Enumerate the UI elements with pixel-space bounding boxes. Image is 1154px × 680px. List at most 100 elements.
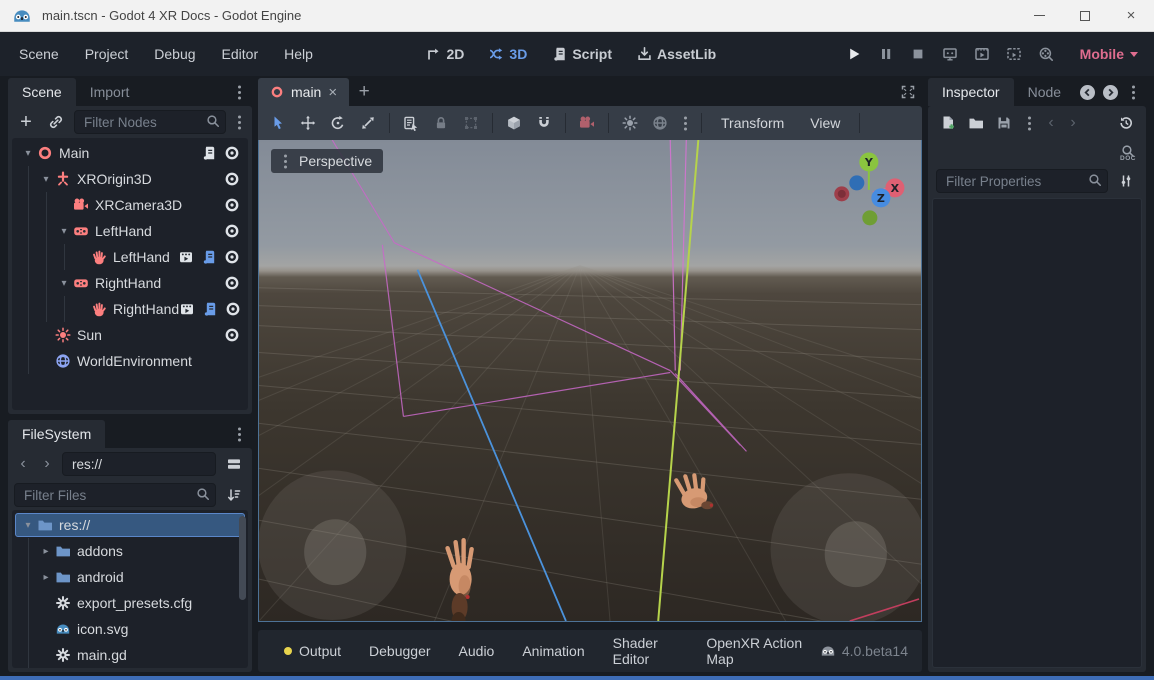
filter-nodes-input[interactable] <box>74 110 226 134</box>
remote-debug-icon[interactable] <box>936 40 964 68</box>
toggle-environment-icon[interactable] <box>646 109 674 137</box>
camera-preview-icon[interactable] <box>573 109 601 137</box>
tab-filesystem[interactable]: FileSystem <box>8 420 105 448</box>
scene-dock-menu-icon[interactable] <box>232 83 246 101</box>
tab-node[interactable]: Node <box>1014 78 1075 106</box>
switch-3d-button[interactable]: 3D <box>479 41 536 67</box>
filter-files-input[interactable] <box>14 483 216 507</box>
tab-inspector[interactable]: Inspector <box>928 78 1014 106</box>
rotate-mode-button[interactable] <box>324 109 352 137</box>
switch-2d-button[interactable]: 2D <box>417 41 474 67</box>
doc-search-icon[interactable]: DOC <box>1120 144 1136 162</box>
scene-node-righthand-mesh[interactable]: RightHand <box>12 296 248 322</box>
fs-path-field[interactable] <box>62 452 216 476</box>
expand-viewport-icon[interactable] <box>900 84 916 100</box>
file-row-res[interactable]: ▾ res:// <box>12 512 248 538</box>
tab-openxr-action-map[interactable]: OpenXR Action Map <box>694 629 815 673</box>
scene-node-xrorigin3d[interactable]: ▾ XROrigin3D <box>12 166 248 192</box>
transform-menu[interactable]: Transform <box>709 110 796 136</box>
view-menu[interactable]: View <box>798 110 852 136</box>
visibility-eye-icon[interactable] <box>224 327 240 343</box>
stop-button[interactable] <box>904 40 932 68</box>
collapse-arrow-icon[interactable]: ▾ <box>56 226 72 237</box>
list-select-button[interactable] <box>397 109 425 137</box>
instance-scene-link-icon[interactable] <box>44 110 68 134</box>
move-mode-button[interactable] <box>294 109 322 137</box>
scene-node-lefthand[interactable]: ▾ LeftHand <box>12 218 248 244</box>
expand-arrow-icon[interactable]: ▸ <box>38 546 54 557</box>
pause-button[interactable] <box>872 40 900 68</box>
visibility-eye-icon[interactable] <box>225 301 241 317</box>
property-tune-icon[interactable] <box>1114 169 1138 193</box>
file-row-export-presets[interactable]: export_presets.cfg <box>12 590 248 616</box>
close-button[interactable]: × <box>1108 0 1154 31</box>
file-row-addons[interactable]: ▸ addons <box>12 538 248 564</box>
group-selected-button[interactable] <box>457 109 485 137</box>
menu-scene[interactable]: Scene <box>6 40 72 68</box>
tab-audio[interactable]: Audio <box>447 637 507 665</box>
3d-viewport[interactable]: Y X Z Perspective <box>258 140 922 622</box>
inspector-menu-icon[interactable] <box>1126 83 1140 101</box>
instanced-scene-icon[interactable] <box>179 301 195 317</box>
maximize-button[interactable] <box>1062 0 1108 31</box>
script-icon[interactable] <box>201 249 217 265</box>
minimize-button[interactable] <box>1016 0 1062 31</box>
resource-menu-icon[interactable] <box>1022 114 1036 132</box>
scene-node-worldenvironment[interactable]: WorldEnvironment <box>12 348 248 374</box>
filter-properties-input[interactable] <box>936 169 1108 193</box>
split-view-toggle-icon[interactable] <box>222 452 246 476</box>
file-row-android[interactable]: ▸ android <box>12 564 248 590</box>
tab-import[interactable]: Import <box>76 78 144 106</box>
tab-shader-editor[interactable]: Shader Editor <box>601 629 691 673</box>
scene-node-xrcamera3d[interactable]: XRCamera3D <box>12 192 248 218</box>
script-icon[interactable] <box>202 301 218 317</box>
menu-project[interactable]: Project <box>72 40 142 68</box>
collapse-arrow-icon[interactable]: ▾ <box>38 174 54 185</box>
visibility-eye-icon[interactable] <box>224 275 240 291</box>
fs-forward-button[interactable]: › <box>38 452 56 476</box>
close-tab-icon[interactable]: × <box>328 84 337 101</box>
menu-help[interactable]: Help <box>271 40 326 68</box>
visibility-eye-icon[interactable] <box>224 145 240 161</box>
scrollbar-thumb[interactable] <box>239 516 246 600</box>
sun-environment-menu-icon[interactable] <box>678 114 692 132</box>
switch-script-button[interactable]: Script <box>542 41 621 67</box>
movie-maker-icon[interactable] <box>1032 40 1060 68</box>
collapse-arrow-icon[interactable]: ▾ <box>20 148 36 159</box>
expand-arrow-icon[interactable]: ▸ <box>38 572 54 583</box>
file-row-main-gd[interactable]: main.gd <box>12 642 248 668</box>
scene-node-lefthand-mesh[interactable]: LeftHand <box>12 244 248 270</box>
play-custom-scene-button[interactable] <box>1000 40 1028 68</box>
visibility-eye-icon[interactable] <box>224 249 240 265</box>
history-next-icon[interactable]: › <box>1064 111 1082 135</box>
scene-node-sun[interactable]: Sun <box>12 322 248 348</box>
tab-debugger[interactable]: Debugger <box>357 637 443 665</box>
scene-node-righthand[interactable]: ▾ RightHand <box>12 270 248 296</box>
edit-history-icon[interactable] <box>1114 111 1138 135</box>
tab-output[interactable]: Output <box>272 637 353 665</box>
toggle-sunlight-icon[interactable] <box>616 109 644 137</box>
scale-mode-button[interactable] <box>354 109 382 137</box>
tab-scene[interactable]: Scene <box>8 78 76 106</box>
collapse-arrow-icon[interactable]: ▾ <box>20 520 36 531</box>
menu-editor[interactable]: Editor <box>209 40 272 68</box>
add-node-button[interactable]: + <box>14 110 38 134</box>
collapse-arrow-icon[interactable]: ▾ <box>56 278 72 289</box>
load-resource-folder-icon[interactable] <box>964 111 988 135</box>
visibility-eye-icon[interactable] <box>224 197 240 213</box>
history-forward-icon[interactable] <box>1103 85 1118 100</box>
scene-tree-menu-icon[interactable] <box>232 113 246 131</box>
new-resource-icon[interactable] <box>936 111 960 135</box>
snap-object-icon[interactable] <box>500 109 528 137</box>
instanced-scene-icon[interactable] <box>178 249 194 265</box>
new-scene-tab-button[interactable]: + <box>349 78 379 106</box>
select-mode-button[interactable] <box>264 109 292 137</box>
switch-assetlib-button[interactable]: AssetLib <box>627 41 725 67</box>
history-prev-icon[interactable]: ‹ <box>1042 111 1060 135</box>
history-back-icon[interactable] <box>1080 85 1095 100</box>
save-resource-icon[interactable] <box>992 111 1016 135</box>
menu-debug[interactable]: Debug <box>141 40 208 68</box>
visibility-eye-icon[interactable] <box>224 171 240 187</box>
file-row-icon-svg[interactable]: icon.svg <box>12 616 248 642</box>
filesystem-menu-icon[interactable] <box>232 425 246 443</box>
